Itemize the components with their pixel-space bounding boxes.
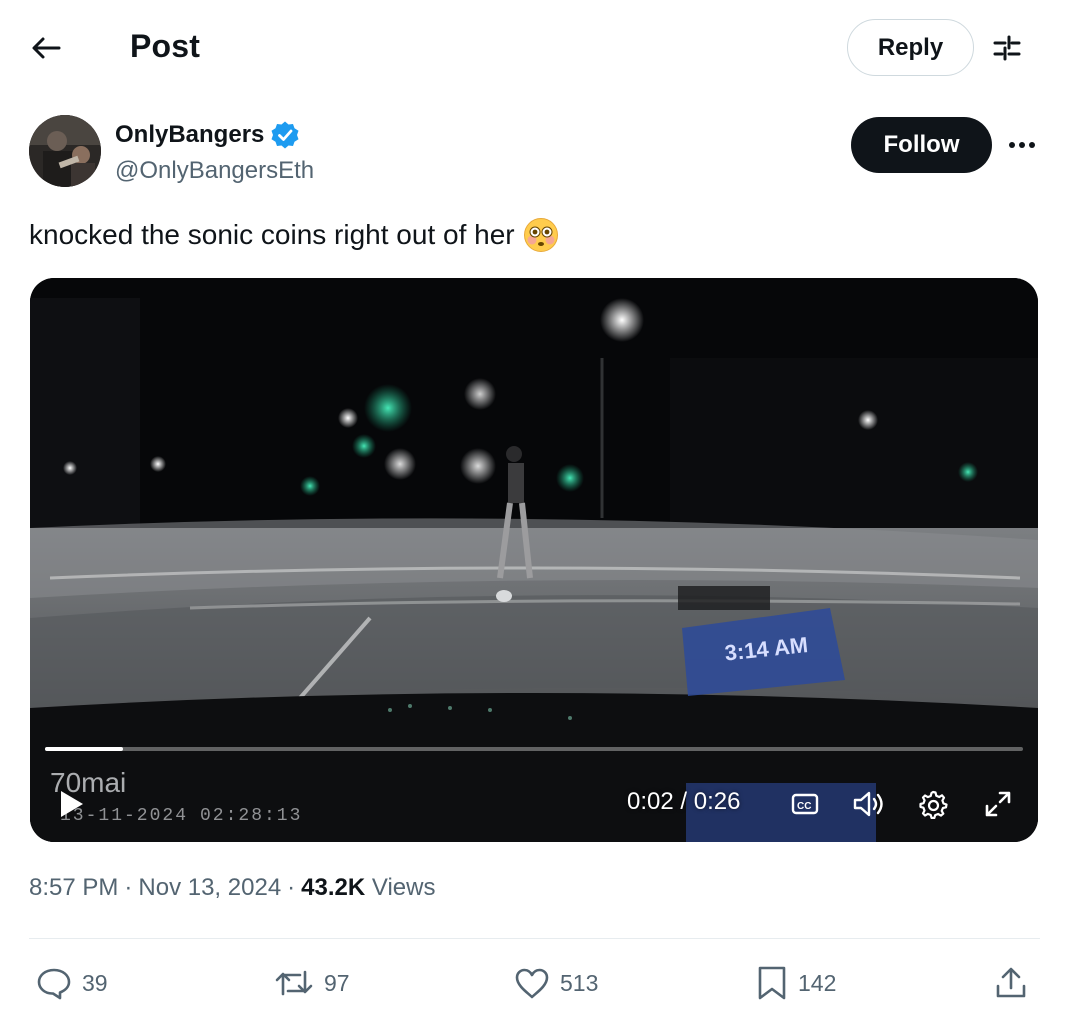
- play-icon: [61, 791, 83, 817]
- action-bar: 39 97 513 142: [0, 955, 1068, 1011]
- page-title: Post: [130, 28, 201, 64]
- filter-button[interactable]: [984, 26, 1030, 70]
- divider: [29, 938, 1040, 939]
- captions-button[interactable]: CC: [783, 782, 827, 826]
- video-time-total: 0:26: [693, 788, 741, 815]
- bookmark-icon: [758, 966, 786, 1000]
- reply-count: 39: [82, 969, 108, 996]
- captions-icon: CC: [791, 793, 819, 815]
- post-date[interactable]: Nov 13, 2024: [138, 874, 281, 902]
- follow-button[interactable]: Follow: [851, 117, 992, 173]
- bookmark-action[interactable]: 142: [756, 955, 836, 1011]
- reply-button[interactable]: Reply: [847, 19, 974, 76]
- verified-badge-icon: [271, 121, 299, 149]
- arrow-left-icon: [32, 37, 61, 59]
- play-button[interactable]: [50, 782, 94, 826]
- post-header: Post Reply: [0, 0, 1068, 96]
- reply-icon: [37, 968, 71, 1000]
- views-label: Views: [371, 874, 436, 901]
- repost-icon: [275, 970, 313, 996]
- share-action[interactable]: [994, 955, 1028, 1011]
- more-horizontal-icon: [1009, 142, 1035, 148]
- author-name-row[interactable]: OnlyBangers: [115, 120, 300, 150]
- fullscreen-icon: [985, 791, 1011, 817]
- back-button[interactable]: [22, 26, 70, 70]
- more-options-button[interactable]: [1000, 128, 1044, 162]
- like-action[interactable]: 513: [514, 955, 598, 1011]
- video-player[interactable]: 3:14 AM 70mai 13-11-2024 02:28:13 0:02 /…: [30, 278, 1038, 842]
- gear-icon: [919, 790, 948, 819]
- avatar-image: [29, 115, 101, 187]
- share-icon: [996, 967, 1026, 998]
- post-time[interactable]: 8:57 PM: [29, 874, 118, 902]
- views-count: 43.2K: [301, 874, 366, 901]
- avatar[interactable]: [29, 115, 101, 187]
- tweet-text-content: knocked the sonic coins right out of her: [29, 219, 515, 250]
- tweet-text: knocked the sonic coins right out of her: [29, 216, 559, 254]
- sliders-icon: [993, 35, 1021, 61]
- svg-text:CC: CC: [797, 801, 811, 812]
- flushed-face-emoji-icon: [523, 218, 558, 252]
- repost-count: 97: [324, 969, 350, 996]
- bookmark-count: 142: [798, 969, 837, 996]
- fullscreen-button[interactable]: [976, 782, 1020, 826]
- meta-separator: ·: [287, 874, 296, 901]
- video-time-readout: 0:02 / 0:26: [627, 788, 740, 816]
- reply-action[interactable]: 39: [36, 955, 108, 1011]
- video-time-separator: /: [680, 788, 688, 815]
- video-progress-bar[interactable]: [45, 747, 1023, 751]
- heart-icon: [515, 968, 549, 999]
- author-handle[interactable]: @OnlyBangersEth: [115, 157, 314, 185]
- author-name[interactable]: OnlyBangers: [115, 121, 264, 149]
- post-meta: 8:57 PM · Nov 13, 2024 · 43.2K Views: [29, 874, 435, 902]
- settings-button[interactable]: [911, 782, 955, 826]
- volume-icon: [853, 791, 883, 817]
- repost-action[interactable]: 97: [274, 955, 350, 1011]
- meta-separator: ·: [124, 874, 133, 901]
- dashcam-time-text: 02:28:13: [200, 806, 302, 826]
- volume-button[interactable]: [847, 782, 891, 826]
- like-count: 513: [560, 969, 599, 996]
- video-frame: 3:14 AM 70mai 13-11-2024 02:28:13: [30, 278, 1038, 842]
- video-time-current: 0:02: [627, 788, 674, 815]
- video-progress-fill: [45, 747, 124, 751]
